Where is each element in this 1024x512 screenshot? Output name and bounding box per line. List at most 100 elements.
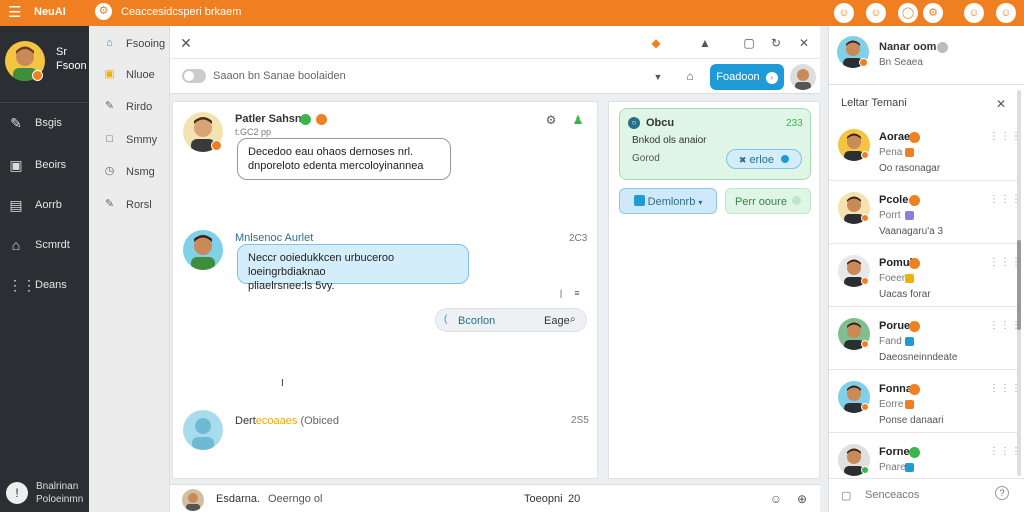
message-avatar[interactable] — [183, 230, 223, 270]
subnav-item-fsooing[interactable]: ⌂ Fsooing — [89, 29, 170, 59]
nav-item-beoirs[interactable]: ▣ Beoirs — [0, 148, 89, 184]
primary-button[interactable]: Foadoon › — [710, 64, 784, 90]
input-avatar[interactable] — [182, 489, 204, 511]
close-icon[interactable]: ✕ — [796, 35, 812, 51]
right-panel: ○ Obcu 233 Bnkod ols anaior Gorod ✖ erlo… — [608, 101, 820, 479]
contacts-search-input[interactable]: Senceacos — [865, 489, 919, 501]
message-sender-c: (Obiced — [300, 415, 339, 427]
reply-pill[interactable]: ( Bcorlon Eage ⌕ — [435, 308, 587, 332]
scrollbar-thumb[interactable] — [1017, 240, 1021, 330]
more-icon[interactable]: ⋮⋮⋮ — [989, 194, 1019, 205]
store-icon[interactable]: ⌂ — [682, 68, 698, 84]
search-icon: ▢ — [841, 490, 852, 502]
contact-badge-icon — [909, 447, 920, 458]
profile-avatar-icon[interactable]: ☺ — [964, 3, 984, 23]
chevron-down-icon[interactable]: ▼ — [650, 69, 666, 85]
message-time: 2S5 — [571, 415, 589, 426]
contact-status-icon — [861, 151, 869, 159]
more-icon[interactable]: ⋮⋮⋮ — [989, 446, 1019, 457]
attach-icon[interactable]: ⊕ — [794, 491, 810, 507]
contact-item[interactable]: Forne Pnare ⋮⋮⋮ — [829, 434, 1019, 477]
contact-badge-icon — [909, 321, 920, 332]
message-avatar-placeholder[interactable] — [183, 410, 223, 450]
account-avatar-icon[interactable]: ☺ — [996, 3, 1016, 23]
contact-item[interactable]: Porue Fand Daeosneinndeate ⋮⋮⋮ — [829, 308, 1019, 370]
orange-badge-icon — [316, 114, 327, 125]
nav-item-bsgis[interactable]: ✎ Bsgis — [0, 106, 89, 142]
subnav-item-rirdo[interactable]: ✎ Rirdo — [89, 92, 170, 122]
help-icon[interactable]: ? — [995, 486, 1009, 500]
settings-icon[interactable]: ⚙ — [923, 3, 943, 23]
subnav-item-nsmg[interactable]: ◷ Nsmg — [89, 157, 170, 187]
close-icon[interactable]: ✕ — [178, 35, 194, 51]
menu-icon[interactable]: ☰ — [8, 3, 21, 21]
contact-message: Daeosneinndeate — [879, 352, 958, 363]
contact-item[interactable]: Aorae Pena Oo rasonagar ⋮⋮⋮ — [829, 119, 1019, 181]
nav-item-deans[interactable]: ⋮⋮ Deans — [0, 268, 89, 304]
profile-name-line2: Fsoon — [56, 60, 87, 72]
help-icon[interactable]: ! — [6, 482, 28, 504]
card-small: Gorod — [632, 153, 660, 164]
action-button-b[interactable]: Perr ooure — [725, 188, 811, 214]
alert-avatar-icon[interactable]: ☺ — [834, 3, 854, 23]
scrollbar[interactable] — [1017, 90, 1021, 476]
me-status: Bn Seaea — [879, 57, 923, 68]
pin-icon: ✎ — [10, 115, 22, 131]
subnav-item-smmy[interactable]: □ Smmy — [89, 125, 170, 155]
contact-status-icon — [861, 214, 869, 222]
search-icon: ⌕ — [570, 314, 576, 325]
contacts-search[interactable]: ▢ Senceacos ? — [829, 478, 1024, 512]
pin-icon[interactable]: ▲ — [697, 35, 713, 51]
nav-item-aorrb[interactable]: ▤ Aorrb — [0, 188, 89, 224]
search-input[interactable]: Saaon bn Sanae boolaiden — [213, 70, 643, 82]
status-icon — [211, 140, 222, 151]
contact-tag-icon — [905, 337, 914, 346]
contact-badge-icon — [909, 132, 920, 143]
user-avatar-icon[interactable]: ☺ — [866, 3, 886, 23]
info-card[interactable]: ○ Obcu 233 Bnkod ols anaior Gorod ✖ erlo… — [619, 108, 811, 180]
emoji-icon[interactable]: ☺ — [768, 491, 784, 507]
clock-icon: ◷ — [104, 165, 115, 177]
more-icon[interactable]: ⋮⋮⋮ — [989, 131, 1019, 142]
contact-status-icon — [861, 466, 869, 474]
contact-item[interactable]: Pomuk Foeer Uacas forar ⋮⋮⋮ — [829, 245, 1019, 307]
more-icon[interactable]: ≡ — [569, 285, 585, 301]
action-button-a[interactable]: Demlonrb ▾ — [619, 188, 717, 214]
card-button[interactable]: ✖ erloe — [726, 149, 802, 169]
contact-list: Aorae Pena Oo rasonagar ⋮⋮⋮ Pcole Porrt Vaanag… — [829, 119, 1019, 477]
more-icon[interactable]: ⋮⋮⋮ — [989, 383, 1019, 394]
more-icon[interactable]: ⋮⋮⋮ — [989, 320, 1019, 331]
contact-name: Pcole — [879, 194, 909, 206]
search-toggle[interactable] — [182, 69, 206, 83]
home-icon: ⌂ — [106, 37, 113, 49]
profile-name-line1: Sr — [56, 46, 67, 58]
subnav-item-nluoe[interactable]: ▣ Nluoe — [89, 60, 170, 90]
input-mid-text: Toeopni — [524, 493, 563, 505]
contact-status: Porrt — [879, 210, 901, 221]
contact-badge-icon — [909, 384, 920, 395]
chevron-down-icon: ▾ — [698, 198, 703, 207]
more-icon[interactable]: ⋮⋮⋮ — [989, 257, 1019, 268]
message-time: t.GC2 pp — [235, 127, 272, 137]
status-dot-icon — [792, 196, 802, 205]
notification-icon[interactable]: ◆ — [648, 35, 664, 51]
refresh-icon[interactable]: ↻ — [768, 35, 784, 51]
message-input[interactable]: Oeerngo ol — [268, 493, 322, 505]
nav-item-scmrdt[interactable]: ⌂ Scmrdt — [0, 228, 89, 264]
people-icon[interactable]: ♟ — [570, 112, 586, 128]
close-icon[interactable]: ✕ — [993, 96, 1009, 112]
settings-icon[interactable]: ⚙ — [543, 112, 559, 128]
nav-item-label: Aorrb — [35, 199, 62, 211]
message-sender: Mnlsenoc Aurlet — [235, 232, 314, 244]
contact-item[interactable]: Fonna Eorre Ponse danaari ⋮⋮⋮ — [829, 371, 1019, 433]
nav-item-label: Scmrdt — [35, 239, 70, 251]
contact-item[interactable]: Pcole Porrt Vaanagaru'a 3 ⋮⋮⋮ — [829, 182, 1019, 244]
subnav-item-rorsl[interactable]: ✎ Rorsl — [89, 190, 170, 220]
arrow-icon: › — [765, 72, 778, 84]
toolbar-avatar[interactable] — [790, 64, 816, 90]
screen-icon[interactable]: ▢ — [741, 35, 757, 51]
contact-name: Aorae — [879, 131, 911, 143]
input-bar: Esdarna. Oeerngo ol Toeopni 20 ☺ ⊕ — [170, 484, 820, 512]
chat-icon[interactable]: ◯ — [898, 3, 918, 23]
reply-label: Bcorlon — [458, 315, 496, 327]
